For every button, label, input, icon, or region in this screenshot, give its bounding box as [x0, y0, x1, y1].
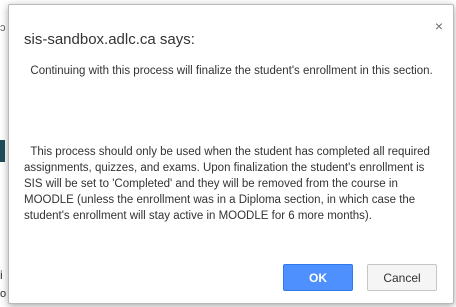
background-text-fragment-i: i [0, 268, 3, 282]
background-nav-bar [0, 140, 5, 162]
cancel-button[interactable]: Cancel [367, 264, 437, 291]
confirm-dialog: sis-sandbox.adlc.ca says: × Continuing w… [8, 4, 454, 304]
dialog-title: sis-sandbox.adlc.ca says: [24, 31, 195, 48]
dialog-message-details: This process should only be used when th… [24, 146, 434, 222]
background-text-fragment: ɔ [0, 22, 6, 34]
ok-button[interactable]: OK [283, 264, 353, 291]
dialog-message-finalize: Continuing with this process will finali… [24, 65, 433, 77]
background-text-fragment-o: o [0, 288, 7, 300]
close-icon[interactable]: × [435, 19, 443, 33]
